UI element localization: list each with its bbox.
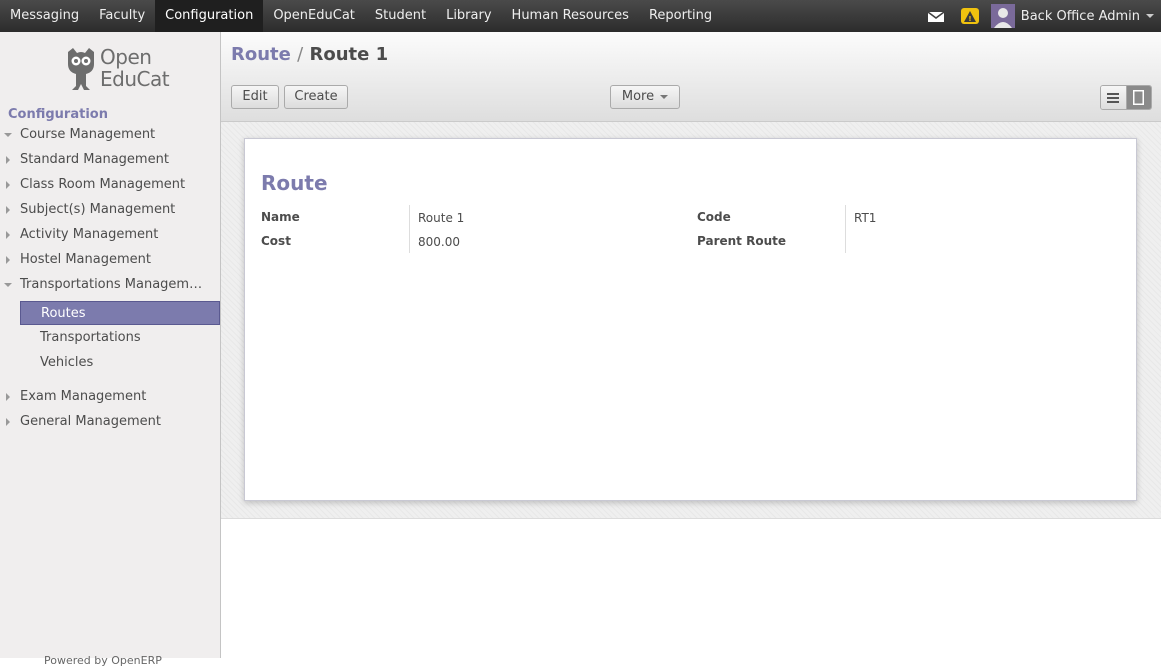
user-name[interactable]: Back Office Admin — [1021, 9, 1140, 24]
view-switcher — [1100, 85, 1152, 110]
expanded-arrow-icon — [4, 283, 12, 287]
user-area: ! Back Office Admin — [927, 0, 1161, 32]
sidebar-subitem-label: Routes — [41, 306, 86, 321]
cat-logo-icon — [68, 48, 94, 90]
collapsed-arrow-icon — [6, 156, 10, 164]
code-value: RT1 — [854, 211, 877, 225]
parent-route-label: Parent Route — [697, 234, 786, 248]
sidebar-item-transportations-management[interactable]: Transportations Managem… — [0, 274, 220, 296]
sidebar-item-label: General Management — [20, 414, 162, 429]
avatar[interactable] — [990, 4, 1015, 28]
form-title: Route — [261, 171, 328, 195]
sidebar-item-label: Class Room Management — [20, 177, 186, 192]
edit-button[interactable]: Edit — [231, 85, 279, 109]
sidebar-item-exam-management[interactable]: Exam Management — [0, 386, 220, 408]
logo-line1: Open — [100, 45, 152, 69]
sidebar-item-general-management[interactable]: General Management — [0, 411, 220, 433]
collapsed-arrow-icon — [6, 231, 10, 239]
sidebar-item-course-management[interactable]: Course Management — [0, 124, 220, 146]
list-icon — [1107, 92, 1120, 103]
sidebar-subitem-transportations[interactable]: Transportations — [20, 326, 220, 350]
top-navbar: Messaging Faculty Configuration OpenEduC… — [0, 0, 1161, 32]
more-button-label: More — [621, 89, 655, 104]
form-icon — [1133, 90, 1145, 105]
menu-reporting[interactable]: Reporting — [639, 0, 722, 32]
form-view-button[interactable] — [1126, 86, 1151, 109]
chevron-down-icon[interactable] — [1146, 14, 1154, 18]
breadcrumb-parent[interactable]: Route — [231, 44, 291, 65]
sidebar-item-subjects-management[interactable]: Subject(s) Management — [0, 199, 220, 221]
form-sheet: Route Name Route 1 Cost 800.00 Code RT1 … — [244, 138, 1137, 501]
powered-by[interactable]: Powered by OpenERP — [44, 654, 162, 667]
list-view-button[interactable] — [1101, 86, 1127, 109]
logo-text: Open EduCat — [100, 45, 170, 91]
name-label: Name — [261, 210, 300, 224]
more-button[interactable]: More — [610, 85, 680, 109]
sidebar-item-class-room-management[interactable]: Class Room Management — [0, 174, 220, 196]
breadcrumb-separator: / — [297, 44, 304, 65]
sidebar-item-label: Subject(s) Management — [20, 202, 176, 217]
sidebar: Open EduCat Configuration Course Managem… — [0, 32, 221, 667]
logo-line2: EduCat — [100, 67, 170, 91]
menu-faculty[interactable]: Faculty — [89, 0, 155, 32]
warning-icon[interactable]: ! — [960, 8, 979, 24]
sidebar-item-label: Course Management — [20, 127, 156, 142]
divider — [845, 205, 846, 253]
sidebar-subitem-label: Transportations — [40, 330, 141, 345]
top-menu: Messaging Faculty Configuration OpenEduC… — [0, 0, 722, 32]
collapsed-arrow-icon — [6, 206, 10, 214]
sidebar-item-hostel-management[interactable]: Hostel Management — [0, 249, 220, 271]
name-value: Route 1 — [418, 211, 465, 225]
control-panel: Route / Route 1 Edit Create More — [221, 32, 1161, 122]
sidebar-item-activity-management[interactable]: Activity Management — [0, 224, 220, 246]
cost-label: Cost — [261, 234, 291, 248]
sidebar-item-label: Exam Management — [20, 389, 147, 404]
collapsed-arrow-icon — [6, 418, 10, 426]
sidebar-subitem-vehicles[interactable]: Vehicles — [20, 351, 220, 375]
breadcrumb-current: Route 1 — [309, 44, 389, 65]
collapsed-arrow-icon — [6, 393, 10, 401]
breadcrumb: Route / Route 1 — [231, 44, 388, 65]
chevron-down-icon — [660, 94, 669, 99]
divider — [409, 205, 410, 253]
sidebar-subitem-label: Vehicles — [40, 355, 94, 370]
cost-value: 800.00 — [418, 235, 460, 249]
menu-openeducat[interactable]: OpenEduCat — [263, 0, 365, 32]
sidebar-item-label: Activity Management — [20, 227, 159, 242]
sidebar-item-label: Hostel Management — [20, 252, 151, 267]
code-label: Code — [697, 210, 731, 224]
sidebar-subitem-routes[interactable]: Routes — [20, 301, 220, 325]
menu-library[interactable]: Library — [436, 0, 501, 32]
collapsed-arrow-icon — [6, 256, 10, 264]
sidebar-header: Configuration — [8, 107, 108, 122]
sidebar-item-label: Transportations Managem… — [20, 277, 203, 292]
collapsed-arrow-icon — [6, 181, 10, 189]
openeducat-logo: Open EduCat — [64, 46, 170, 96]
menu-student[interactable]: Student — [365, 0, 436, 32]
menu-human-resources[interactable]: Human Resources — [502, 0, 639, 32]
create-button[interactable]: Create — [284, 85, 348, 109]
sidebar-item-standard-management[interactable]: Standard Management — [0, 149, 220, 171]
menu-configuration[interactable]: Configuration — [155, 0, 264, 32]
menu-messaging[interactable]: Messaging — [0, 0, 89, 32]
alert-symbol: ! — [968, 15, 971, 22]
expanded-arrow-icon — [4, 133, 12, 137]
mail-icon[interactable] — [927, 11, 945, 22]
sidebar-item-label: Standard Management — [20, 152, 169, 167]
